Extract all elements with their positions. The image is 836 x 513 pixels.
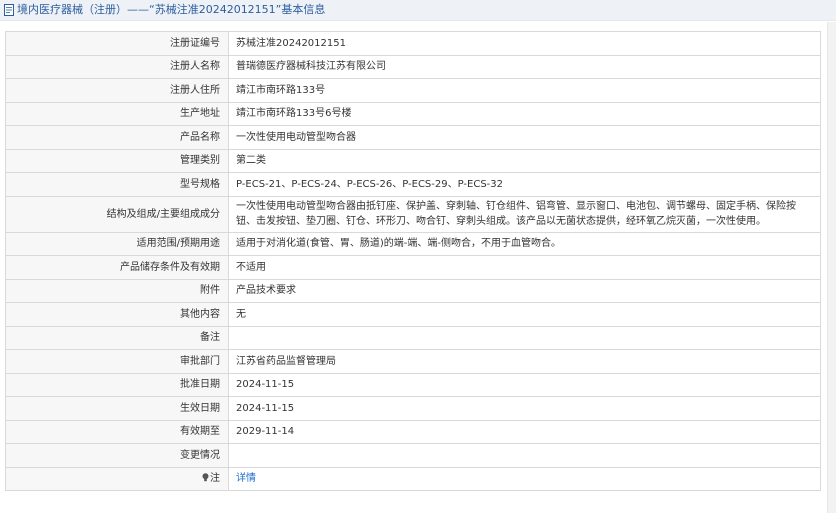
table-row-approval-dept: 审批部门 江苏省药品监督管理局 <box>5 349 821 374</box>
table-row-other: 其他内容 无 <box>5 302 821 327</box>
row-value: 第二类 <box>228 148 821 173</box>
table-row-effective-date: 生效日期 2024-11-15 <box>5 396 821 421</box>
details-link[interactable]: 详情 <box>236 473 256 484</box>
row-value: 2024-11-15 <box>228 396 821 421</box>
row-value: 2024-11-15 <box>228 372 821 397</box>
row-label-note: 注 <box>5 466 229 491</box>
row-label: 产品储存条件及有效期 <box>5 255 229 280</box>
row-value: 适用于对消化道(食管、胃、肠道)的端-端、端-侧吻合，不用于血管吻合。 <box>228 231 821 256</box>
row-label: 注册人名称 <box>5 54 229 79</box>
row-label: 管理类别 <box>5 148 229 173</box>
row-value: 不适用 <box>228 255 821 280</box>
scrollbar[interactable] <box>827 22 836 513</box>
row-value: 普瑞德医疗器械科技江苏有限公司 <box>228 54 821 79</box>
row-value: 产品技术要求 <box>228 278 821 303</box>
table-row-remarks: 备注 <box>5 325 821 350</box>
table-row-registrant-address: 注册人住所 靖江市南环路133号 <box>5 78 821 103</box>
table-row-product-name: 产品名称 一次性使用电动管型吻合器 <box>5 125 821 150</box>
row-label: 型号规格 <box>5 172 229 197</box>
row-label: 备注 <box>5 325 229 350</box>
row-label: 结构及组成/主要组成成分 <box>5 195 229 233</box>
row-label: 生效日期 <box>5 396 229 421</box>
table-row-reg-no: 注册证编号 苏械注准20242012151 <box>5 31 821 56</box>
info-table: 注册证编号 苏械注准20242012151 注册人名称 普瑞德医疗器械科技江苏有… <box>5 31 821 491</box>
row-value: 江苏省药品监督管理局 <box>228 349 821 374</box>
row-label: 批准日期 <box>5 372 229 397</box>
row-label: 有效期至 <box>5 419 229 444</box>
row-label: 生产地址 <box>5 101 229 126</box>
info-table-container: 注册证编号 苏械注准20242012151 注册人名称 普瑞德医疗器械科技江苏有… <box>5 31 821 491</box>
table-row-note: 注 详情 <box>5 466 821 491</box>
row-label: 产品名称 <box>5 125 229 150</box>
row-value: 详情 <box>228 466 821 491</box>
row-label: 审批部门 <box>5 349 229 374</box>
page-title: 境内医疗器械（注册）——“苏械注准20242012151”基本信息 <box>17 3 326 16</box>
row-value: 无 <box>228 302 821 327</box>
table-row-attachment: 附件 产品技术要求 <box>5 278 821 303</box>
table-row-production-address: 生产地址 靖江市南环路133号6号楼 <box>5 101 821 126</box>
table-row-storage: 产品储存条件及有效期 不适用 <box>5 255 821 280</box>
table-row-category: 管理类别 第二类 <box>5 148 821 173</box>
row-label: 注册证编号 <box>5 31 229 56</box>
row-label: 注册人住所 <box>5 78 229 103</box>
row-value <box>228 325 821 350</box>
row-value: 靖江市南环路133号 <box>228 78 821 103</box>
page-header: 境内医疗器械（注册）——“苏械注准20242012151”基本信息 <box>0 0 836 21</box>
table-row-approval-date: 批准日期 2024-11-15 <box>5 372 821 397</box>
table-row-changes: 变更情况 <box>5 443 821 468</box>
row-value: 2029-11-14 <box>228 419 821 444</box>
row-value: P-ECS-21、P-ECS-24、P-ECS-26、P-ECS-29、P-EC… <box>228 172 821 197</box>
row-label: 其他内容 <box>5 302 229 327</box>
table-row-intended-use: 适用范围/预期用途 适用于对消化道(食管、胃、肠道)的端-端、端-侧吻合，不用于… <box>5 231 821 256</box>
table-row-valid-until: 有效期至 2029-11-14 <box>5 419 821 444</box>
row-value: 一次性使用电动管型吻合器由抵钉座、保护盖、穿刺轴、钉仓组件、铝弯管、显示窗口、电… <box>228 195 821 233</box>
row-value <box>228 443 821 468</box>
bulb-icon <box>202 473 209 482</box>
table-row-models: 型号规格 P-ECS-21、P-ECS-24、P-ECS-26、P-ECS-29… <box>5 172 821 197</box>
table-row-registrant: 注册人名称 普瑞德医疗器械科技江苏有限公司 <box>5 54 821 79</box>
document-icon <box>4 4 14 16</box>
row-label: 适用范围/预期用途 <box>5 231 229 256</box>
row-value: 靖江市南环路133号6号楼 <box>228 101 821 126</box>
row-value: 一次性使用电动管型吻合器 <box>228 125 821 150</box>
table-row-structure: 结构及组成/主要组成成分 一次性使用电动管型吻合器由抵钉座、保护盖、穿刺轴、钉仓… <box>5 195 821 233</box>
row-value: 苏械注准20242012151 <box>228 31 821 56</box>
row-label: 附件 <box>5 278 229 303</box>
note-label: 注 <box>210 473 220 485</box>
row-label: 变更情况 <box>5 443 229 468</box>
